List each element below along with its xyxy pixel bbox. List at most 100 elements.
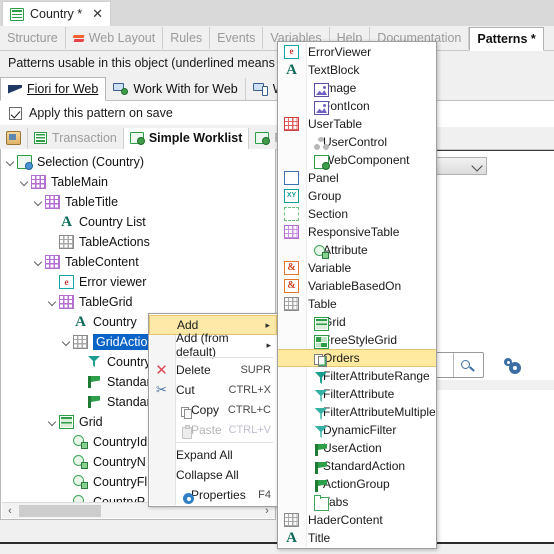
context-menu-item-properties[interactable]: Properties F4: [149, 485, 277, 505]
inner-tab-transaction[interactable]: Transaction: [28, 127, 124, 149]
add-submenu-item-title[interactable]: A Title: [278, 529, 436, 547]
error-viewer-icon: e: [284, 45, 299, 59]
search-input[interactable]: [434, 352, 484, 378]
add-submenu-item-useraction[interactable]: UserAction: [278, 439, 436, 457]
add-submenu-item-textblock[interactable]: A TextBlock: [278, 61, 436, 79]
responsive-table-icon: [284, 225, 299, 239]
document-tab-country[interactable]: Country * ✕: [2, 1, 112, 26]
subtab-web-layout[interactable]: Web Layout: [66, 27, 164, 49]
dropdown-select[interactable]: [434, 157, 487, 175]
apply-pattern-checkbox[interactable]: [9, 106, 22, 120]
work-with-sd-icon: [252, 83, 268, 96]
add-submenu-item-errorviewer[interactable]: e ErrorViewer: [278, 43, 436, 61]
context-menu-item-copy[interactable]: Copy CTRL+C: [149, 400, 277, 420]
filter-thin-icon: [314, 425, 329, 439]
add-submenu-item-label: ResponsiveTable: [308, 225, 400, 239]
context-menu-item-delete[interactable]: ✕ Delete SUPR: [149, 360, 277, 380]
search-text-area[interactable]: [435, 353, 454, 377]
tree-twisty-placeholder: [47, 236, 59, 248]
add-submenu-item-section[interactable]: Section: [278, 205, 436, 223]
tree-node[interactable]: A Country List: [1, 212, 275, 232]
close-icon[interactable]: ✕: [92, 6, 103, 22]
tree-twisty-placeholder: [61, 456, 73, 468]
inner-tab-icon-0[interactable]: [0, 127, 28, 149]
add-submenu-item-filterattributerange[interactable]: FilterAttributeRange: [278, 367, 436, 385]
settings-gear-icon[interactable]: [504, 358, 524, 376]
inner-tab-simple-worklist[interactable]: Simple Worklist: [123, 127, 250, 149]
chevron-down-icon[interactable]: [33, 256, 45, 268]
context-menu-item-shortcut: SUPR: [240, 364, 271, 376]
chevron-down-icon[interactable]: [19, 176, 31, 188]
add-submenu-item-filterattributemultiple[interactable]: FilterAttributeMultiple: [278, 403, 436, 421]
tree-node[interactable]: e Error viewer: [1, 272, 275, 292]
add-submenu-item-freestylegrid[interactable]: FreeStyleGrid: [278, 331, 436, 349]
add-submenu-item-image[interactable]: Image: [278, 79, 436, 97]
add-submenu-item-group[interactable]: XY Group: [278, 187, 436, 205]
chevron-down-icon[interactable]: [61, 336, 73, 348]
add-submenu-item-hadercontent[interactable]: HaderContent: [278, 511, 436, 529]
tree-node[interactable]: TableGrid: [1, 292, 275, 312]
add-submenu-item-dynamicfilter[interactable]: DynamicFilter: [278, 421, 436, 439]
filter-icon: [314, 371, 329, 385]
pattern-tab-fiori-for-web[interactable]: Fiori for Web: [0, 77, 107, 101]
add-submenu-item-variable[interactable]: & Variable: [278, 259, 436, 277]
tree-node[interactable]: TableContent: [1, 252, 275, 272]
subtab-rules[interactable]: Rules: [163, 27, 211, 49]
tree-node[interactable]: Selection (Country): [1, 152, 275, 172]
add-submenu-item-label: VariableBasedOn: [308, 279, 402, 293]
scrollbar-thumb[interactable]: [19, 505, 101, 517]
subtab-label: Events: [217, 31, 256, 45]
cut-icon: ✂: [156, 382, 167, 397]
tree-node[interactable]: TableTitle: [1, 192, 275, 212]
add-submenu-item-usercontrol[interactable]: UserControl: [278, 133, 436, 151]
inner-tab-label: Simple Worklist: [148, 131, 243, 145]
subtab-patterns[interactable]: Patterns *: [469, 26, 544, 51]
context-menu[interactable]: Add ▸ Add (from default) ▸ ✕ Delete SUPR ✂ Cut CT…: [148, 313, 278, 507]
add-submenu-item-responsivetable[interactable]: ResponsiveTable: [278, 223, 436, 241]
context-menu-item-collapse-all[interactable]: Collapse All: [149, 465, 277, 485]
pattern-tab-work-with-for-web[interactable]: Work With for Web: [106, 78, 246, 100]
tree-node-label: Country List: [79, 215, 146, 229]
add-submenu-item-standardaction[interactable]: StandardAction: [278, 457, 436, 475]
add-submenu-item-label: Title: [308, 531, 331, 545]
add-submenu-item-actiongroup[interactable]: ActionGroup: [278, 475, 436, 493]
add-submenu-item-variablebasedon[interactable]: & VariableBasedOn: [278, 277, 436, 295]
tree-twisty-placeholder: [75, 376, 87, 388]
chevron-down-icon[interactable]: [33, 196, 45, 208]
context-menu-item-expand-all[interactable]: Expand All: [149, 445, 277, 465]
add-submenu-item-label: Variable: [308, 261, 352, 275]
subtab-events[interactable]: Events: [210, 27, 264, 49]
tabs-icon: [313, 495, 329, 511]
tree-node[interactable]: TableMain: [1, 172, 275, 192]
tree-twisty-placeholder: [61, 436, 73, 448]
error-viewer-icon: e: [59, 275, 74, 289]
add-submenu-item-label: FilterAttributeMultiple: [323, 405, 436, 419]
context-menu-item-paste: Paste CTRL+V: [149, 420, 277, 440]
add-submenu-item-filterattribute[interactable]: FilterAttribute: [278, 385, 436, 403]
tree-node-label: TableGrid: [79, 295, 133, 309]
add-submenu-item-attribute[interactable]: Attribute: [278, 241, 436, 259]
context-menu-item-label: Delete: [176, 363, 211, 377]
add-submenu-item-table[interactable]: Table: [278, 295, 436, 313]
scroll-left-arrow-icon[interactable]: ‹: [2, 505, 18, 517]
text-block-icon: A: [75, 314, 86, 330]
add-submenu-item-panel[interactable]: Panel: [278, 169, 436, 187]
text-block-icon: A: [286, 530, 297, 546]
context-menu-item-add-from-default[interactable]: Add (from default) ▸: [149, 331, 277, 359]
add-submenu-item-orders[interactable]: Orders: [278, 349, 436, 367]
subtab-structure[interactable]: Structure: [0, 27, 66, 49]
add-submenu-item-webcomponent[interactable]: WebComponent: [278, 151, 436, 170]
chevron-down-icon[interactable]: [47, 416, 59, 428]
work-with-web-icon: [113, 83, 129, 95]
add-submenu-item-usertable[interactable]: UserTable: [278, 115, 436, 133]
context-menu-item-label: Collapse All: [176, 468, 239, 482]
tree-node[interactable]: TableActions: [1, 232, 275, 252]
add-submenu[interactable]: e ErrorViewer A TextBlock Image FontIcon UserT…: [277, 41, 437, 549]
chevron-down-icon[interactable]: [5, 156, 17, 168]
chevron-down-icon[interactable]: [47, 296, 59, 308]
add-submenu-item-tabs[interactable]: Tabs: [278, 493, 436, 511]
add-submenu-item-grid[interactable]: Grid: [278, 313, 436, 331]
search-icon[interactable]: [454, 353, 483, 377]
add-submenu-item-fonticon[interactable]: FontIcon: [278, 97, 436, 115]
context-menu-item-cut[interactable]: ✂ Cut CTRL+X: [149, 380, 277, 400]
